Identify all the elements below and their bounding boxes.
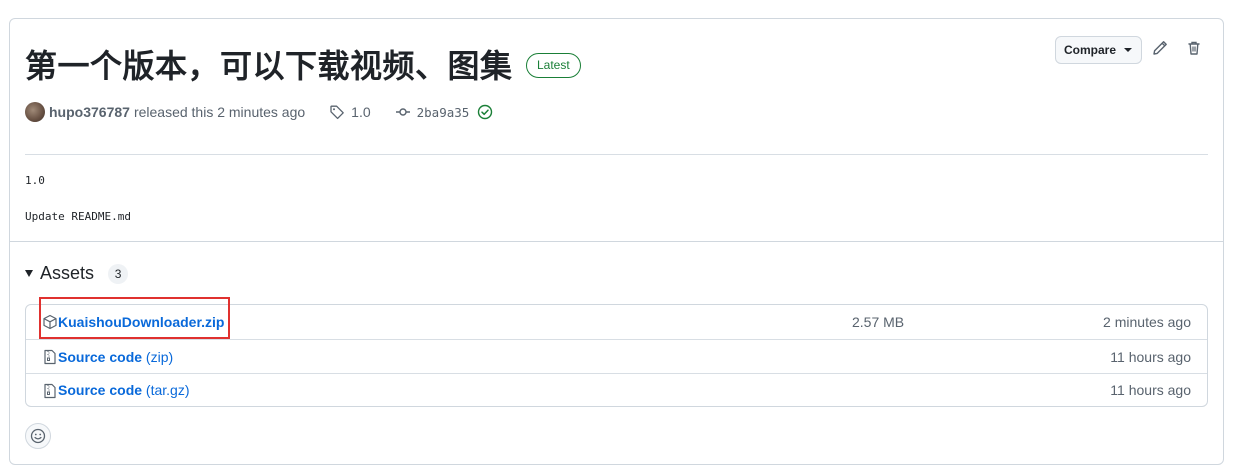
asset-row: Source code (tar.gz) 11 hours ago <box>26 373 1207 406</box>
smiley-icon <box>30 428 46 444</box>
assets-toggle[interactable]: Assets 3 <box>25 263 129 284</box>
header-divider <box>25 154 1208 155</box>
pencil-icon <box>1153 41 1167 55</box>
caret-down-icon <box>1124 48 1132 52</box>
latest-badge: Latest <box>526 53 581 78</box>
release-meta: hupo376787 released this 2 minutes ago 1… <box>25 101 493 123</box>
git-commit-icon <box>395 108 410 116</box>
file-zip-icon <box>44 383 56 399</box>
asset-row: Source code (zip) 11 hours ago <box>26 339 1207 373</box>
release-notes-line: Update README.md <box>25 210 131 223</box>
source-zip-link[interactable]: Source code (zip) <box>58 349 173 365</box>
triangle-down-icon <box>25 270 33 277</box>
verified-check-icon[interactable] <box>477 104 493 120</box>
asset-time: 11 hours ago <box>1110 348 1191 365</box>
assets-title: Assets <box>40 263 95 283</box>
released-text: released this 2 minutes ago <box>133 104 306 120</box>
source-targz-link[interactable]: Source code (tar.gz) <box>58 382 190 398</box>
highlight-box <box>39 297 230 339</box>
release-title[interactable]: 第一个版本，可以下载视频、图集 <box>25 41 513 87</box>
compare-label: Compare <box>1064 43 1117 57</box>
asset-time: 2 minutes ago <box>1103 314 1191 330</box>
tag-label: 1.0 <box>351 104 371 120</box>
avatar[interactable] <box>25 102 45 122</box>
release-card: 第一个版本，可以下载视频、图集 Latest Compare hupo37678… <box>9 18 1224 465</box>
file-zip-icon <box>44 349 56 365</box>
tag-link[interactable]: 1.0 <box>329 104 371 120</box>
author-link[interactable]: hupo376787 <box>49 104 130 120</box>
commit-sha: 2ba9a35 <box>416 104 470 120</box>
trash-icon <box>1188 41 1200 55</box>
commit-link[interactable]: 2ba9a35 <box>395 104 470 120</box>
assets-count: 3 <box>108 263 129 284</box>
delete-button[interactable] <box>1185 39 1203 57</box>
release-notes-line: 1.0 <box>25 174 45 187</box>
asset-size: 2.57 MB <box>852 314 905 330</box>
compare-button[interactable]: Compare <box>1055 36 1142 64</box>
add-reaction-button[interactable] <box>25 423 51 449</box>
edit-button[interactable] <box>1151 39 1169 57</box>
tag-icon <box>330 105 345 120</box>
asset-time: 11 hours ago <box>1110 382 1191 398</box>
assets-divider <box>10 241 1223 242</box>
